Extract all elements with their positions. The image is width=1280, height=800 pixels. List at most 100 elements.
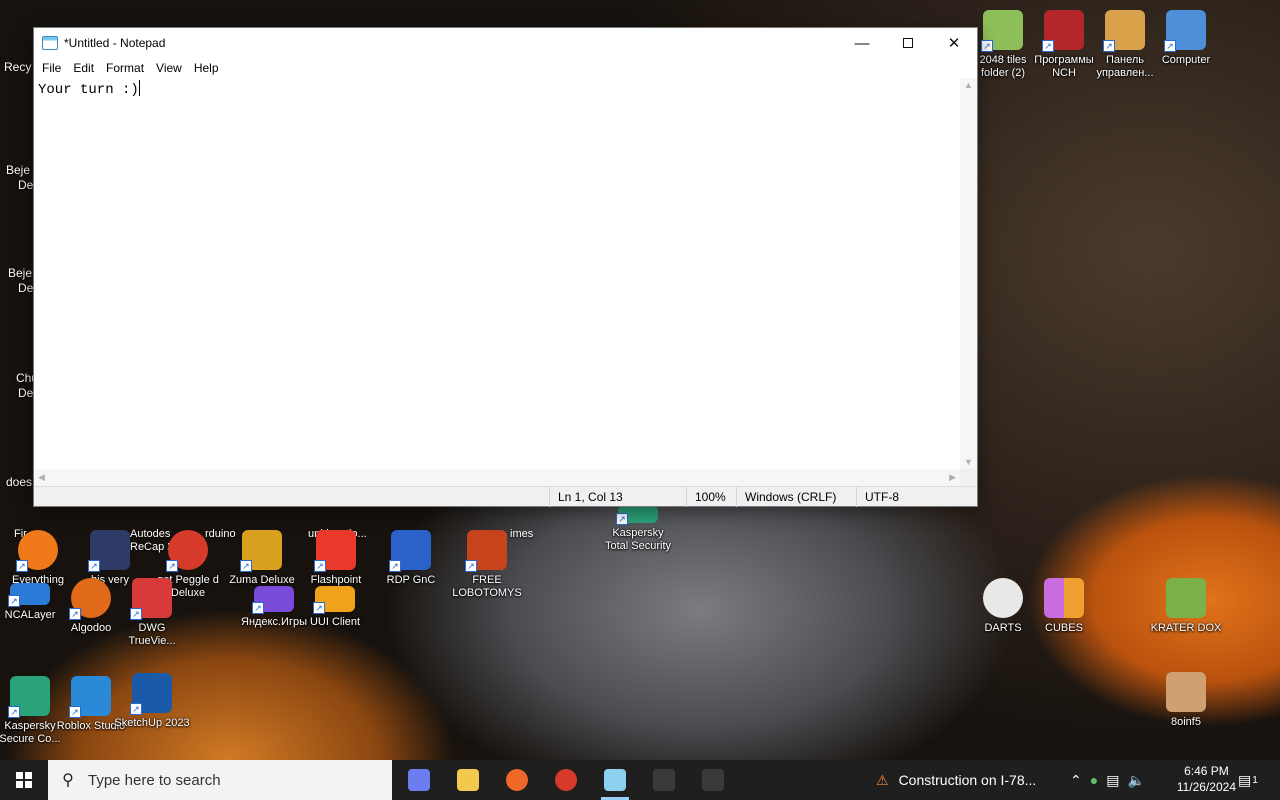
desktop-icon-flashpoint[interactable]: ↗ Flashpoint: [298, 530, 374, 587]
desktop-icon-zuma[interactable]: ↗ Zuma Deluxe: [224, 530, 300, 587]
scroll-right-icon[interactable]: ▶: [949, 472, 956, 483]
uui-icon: ↗: [313, 586, 355, 614]
menu-edit[interactable]: Edit: [67, 61, 100, 75]
taskbar-firefox[interactable]: [493, 760, 541, 800]
news-widget[interactable]: ⚠ Construction on I-78...: [876, 760, 1036, 800]
taskbar-file-explorer[interactable]: [444, 760, 492, 800]
horizontal-scrollbar[interactable]: ◀ ▶: [34, 469, 960, 486]
encoding: UTF-8: [856, 487, 976, 507]
peggle-icon: ↗: [166, 530, 208, 572]
icon-label: 8oinf5: [1171, 716, 1201, 728]
desktop-icon-sketchup[interactable]: ↗ SketchUp 2023: [114, 673, 190, 730]
clock-date: 11/26/2024: [1176, 780, 1236, 794]
minimize-icon: —: [854, 34, 870, 52]
krater-icon: [1166, 578, 1206, 618]
scroll-down-icon[interactable]: ▼: [960, 457, 977, 467]
notification-count: 1: [1252, 774, 1258, 786]
recycle-bin-label[interactable]: Recy: [4, 60, 31, 74]
search-box[interactable]: ⚲ Type here to search: [48, 760, 392, 800]
firefox-icon: [506, 769, 528, 791]
line-ending: Windows (CRLF): [736, 487, 856, 507]
partial-label: De: [18, 281, 34, 295]
menu-format[interactable]: Format: [100, 61, 150, 75]
chevron-up-icon[interactable]: ⌃: [1070, 772, 1082, 789]
file-icon: [1166, 672, 1206, 712]
partial-label[interactable]: Beje: [6, 163, 30, 177]
taskbar-app-dim-2[interactable]: [689, 760, 737, 800]
desktop-icon-free-lobotomys[interactable]: ↗ FREE LOBOTOMYS: [449, 530, 525, 600]
partial-label: De: [18, 386, 34, 400]
icon-label: DWG TrueVie...: [128, 622, 176, 647]
start-button[interactable]: [0, 760, 48, 800]
peggle-icon: [555, 769, 577, 791]
menu-bar: File Edit Format View Help: [34, 58, 977, 78]
kaspersky-icon: ↗: [616, 505, 658, 525]
desktop-icon-dwg-trueview[interactable]: ↗ DWG TrueVie...: [114, 578, 190, 648]
desktop-icon-krater-dox[interactable]: KRATER DOX: [1148, 578, 1224, 635]
maximize-icon: [903, 38, 913, 48]
dwg-icon: ↗: [130, 578, 172, 620]
scroll-left-icon[interactable]: ◀: [38, 472, 45, 483]
taskbar-notepad[interactable]: [591, 760, 639, 800]
app-icon: [702, 769, 724, 791]
text-editor[interactable]: Your turn :): [34, 78, 960, 469]
cursor-position: Ln 1, Col 13: [549, 487, 686, 507]
taskbar: ⚲ Type here to search ⚠ Construction on …: [0, 760, 1280, 800]
clock[interactable]: 6:46 PM 11/26/2024: [1177, 763, 1236, 795]
icon-label: SketchUp 2023: [114, 717, 190, 729]
desktop-icon-cubes[interactable]: CUBES: [1026, 578, 1102, 635]
close-icon: ✕: [947, 35, 961, 52]
flashpoint-icon: ↗: [314, 530, 356, 572]
desktop-icon-computer[interactable]: ↗ Computer: [1148, 10, 1224, 67]
kaspersky-icon: ↗: [8, 676, 50, 718]
close-button[interactable]: ✕: [931, 28, 977, 58]
partial-label: De: [18, 178, 34, 192]
windows-logo-icon: [16, 772, 32, 788]
menu-file[interactable]: File: [36, 61, 67, 75]
volume-icon[interactable]: 🔈: [1127, 772, 1144, 789]
game-icon: ↗: [88, 530, 130, 572]
partial-label[interactable]: Beje: [8, 266, 32, 280]
copilot-icon: [408, 769, 430, 791]
partial-label[interactable]: does: [6, 475, 32, 489]
desktop-icon-uui-client[interactable]: ↗ UUI Client: [297, 586, 373, 629]
icon-label: FREE LOBOTOMYS: [452, 574, 522, 599]
vertical-scrollbar[interactable]: ▲ ▼: [960, 78, 977, 469]
notepad-icon: [604, 769, 626, 791]
status-bar: Ln 1, Col 13 100% Windows (CRLF) UTF-8: [34, 486, 977, 507]
desktop-icon-kaspersky-total[interactable]: ↗ Kaspersky Total Security: [600, 505, 676, 553]
notepad-icon: [42, 36, 58, 50]
title-bar[interactable]: *Untitled - Notepad — ✕: [34, 28, 977, 58]
network-icon[interactable]: ▤: [1106, 772, 1119, 789]
desktop-icon-rdp-gnc[interactable]: ↗ RDP GnC: [373, 530, 449, 587]
scroll-up-icon[interactable]: ▲: [960, 80, 977, 90]
window-title: *Untitled - Notepad: [64, 36, 166, 50]
cubes-icon: [1044, 578, 1084, 618]
control-panel-icon: ↗: [1103, 10, 1145, 52]
taskbar-copilot[interactable]: [395, 760, 443, 800]
scrollbar-corner: [960, 469, 977, 486]
folder-icon: [457, 769, 479, 791]
user-icon[interactable]: ●: [1090, 772, 1098, 788]
clock-icon: ↗: [465, 530, 507, 572]
icon-label: Kaspersky Total Security: [604, 527, 672, 552]
minimize-button[interactable]: —: [839, 28, 885, 58]
taskbar-peggle[interactable]: [542, 760, 590, 800]
zoom-level: 100%: [686, 487, 736, 507]
desktop-icon-8oinf5[interactable]: 8oinf5: [1148, 672, 1224, 729]
notification-center-button[interactable]: ▤ 1: [1238, 760, 1258, 800]
menu-view[interactable]: View: [150, 61, 188, 75]
editor-content: Your turn :): [38, 82, 139, 98]
app-icon: [653, 769, 675, 791]
news-text: Construction on I-78...: [898, 772, 1037, 788]
menu-help[interactable]: Help: [188, 61, 225, 75]
roblox-icon: ↗: [69, 676, 111, 718]
nch-icon: ↗: [1042, 10, 1084, 52]
icon-label: Computer: [1161, 54, 1211, 66]
maximize-button[interactable]: [885, 28, 931, 58]
taskbar-app-dim-1[interactable]: [640, 760, 688, 800]
computer-icon: ↗: [1164, 10, 1206, 52]
icon-label: RDP GnC: [386, 574, 436, 586]
sketchup-icon: ↗: [130, 673, 172, 715]
notepad-window[interactable]: *Untitled - Notepad — ✕ File Edit Format…: [33, 27, 978, 507]
